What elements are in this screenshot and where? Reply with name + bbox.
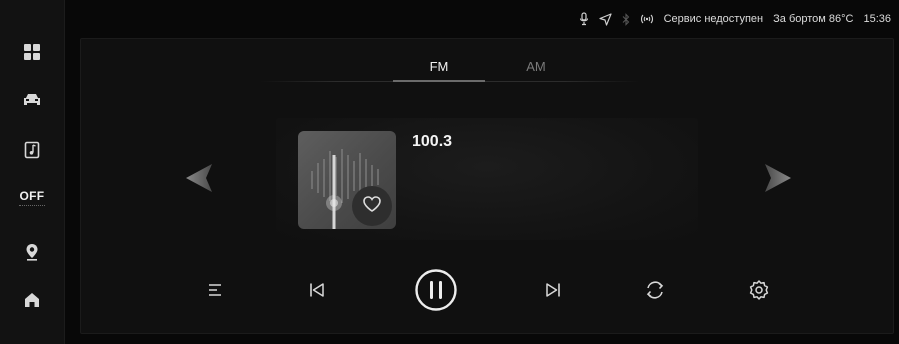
refresh-icon	[644, 279, 666, 306]
previous-button[interactable]	[302, 278, 332, 306]
status-bar: Сервис недоступен За бортом 86°C 15:36	[579, 10, 891, 28]
location-pin-icon	[25, 243, 39, 261]
settings-button[interactable]	[744, 277, 774, 307]
microphone-icon	[579, 12, 589, 26]
signal-icon	[640, 13, 654, 25]
sidebar-item-music[interactable]	[0, 132, 64, 168]
sidebar-item-car[interactable]	[0, 82, 64, 118]
service-status-text: Сервис недоступен	[663, 13, 764, 25]
clock: 15:36	[863, 13, 891, 25]
sidebar-item-location[interactable]	[0, 234, 64, 270]
pause-icon	[414, 268, 458, 317]
skip-next-icon	[544, 281, 562, 304]
next-button[interactable]	[538, 278, 568, 306]
navigation-icon	[598, 12, 612, 26]
sidebar: OFF	[0, 0, 65, 344]
gear-icon	[748, 279, 770, 306]
tab-am[interactable]: AM	[490, 50, 582, 82]
sidebar-item-off[interactable]: OFF	[0, 178, 64, 218]
previous-station-arrow[interactable]	[184, 160, 214, 201]
music-note-icon	[24, 141, 40, 159]
pause-button[interactable]	[414, 268, 458, 317]
favorite-button[interactable]	[352, 186, 392, 226]
list-icon	[207, 282, 223, 303]
car-icon	[22, 92, 42, 108]
bluetooth-icon	[622, 12, 630, 26]
band-tabs: FM AM	[260, 50, 640, 84]
next-station-arrow[interactable]	[763, 160, 793, 201]
off-toggle-label: OFF	[19, 188, 45, 203]
off-indicator	[19, 204, 45, 208]
outside-temperature: За бортом 86°C	[773, 13, 854, 25]
skip-previous-icon	[308, 281, 326, 304]
active-tab-underline	[393, 80, 485, 82]
heart-icon	[362, 195, 382, 218]
station-frequency: 100.3	[412, 133, 453, 150]
apps-grid-icon	[23, 43, 41, 61]
repeat-button[interactable]	[640, 277, 670, 307]
home-icon	[23, 291, 41, 309]
playlist-button[interactable]	[200, 278, 230, 306]
sidebar-item-home[interactable]	[0, 282, 64, 318]
tab-fm[interactable]: FM	[393, 50, 485, 82]
sidebar-item-apps[interactable]	[0, 34, 64, 70]
